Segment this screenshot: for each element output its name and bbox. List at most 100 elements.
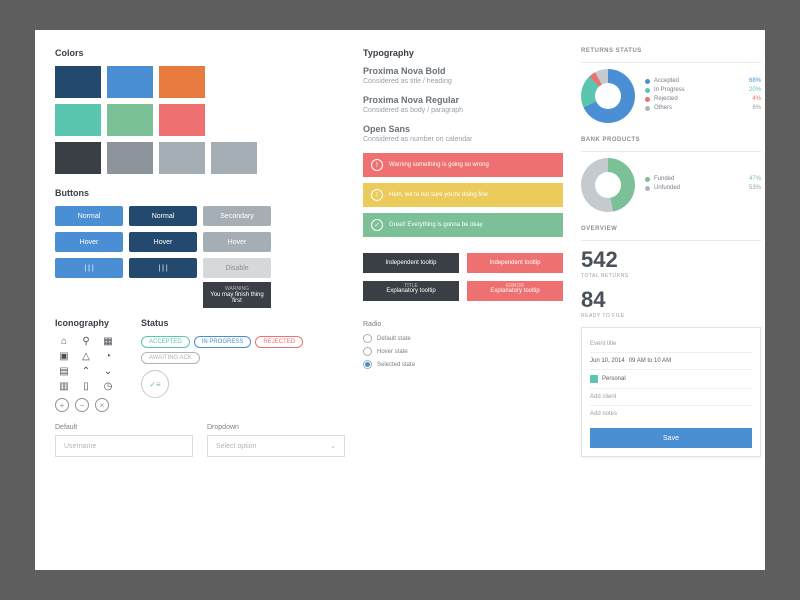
typography-title: Typography [363, 48, 563, 58]
username-input[interactable]: Username [55, 435, 193, 457]
status-title: Status [141, 318, 345, 328]
loading-button[interactable]: | | | [55, 258, 123, 278]
alert-icon: ! [371, 159, 383, 171]
disable-button: Disable [203, 258, 271, 278]
col-mid: Typography Proxima Nova Bold Considered a… [363, 48, 563, 552]
alert-icon: ! [371, 189, 383, 201]
ready-to-file-value: 84 [581, 287, 761, 313]
swatch-empty [211, 66, 257, 98]
font-name: Proxima Nova Bold [363, 66, 563, 76]
ready-to-file-label: READY TO FILE [581, 313, 761, 319]
tooltip-error: Independent tooltip [467, 253, 563, 273]
button-grid: Normal Normal Secondary Hover Hover Hove… [55, 206, 345, 278]
square-icon [590, 375, 598, 383]
close-icon[interactable]: × [95, 398, 109, 412]
returns-donut [581, 69, 635, 123]
returns-title: RETURNS STATUS [581, 48, 761, 54]
warning-alert: !Hem, we're not sure you're doing fine [363, 183, 563, 207]
col-left: Colors Buttons Normal Normal Secondary H… [55, 48, 345, 552]
normal-button[interactable]: Normal [55, 206, 123, 226]
accepted-badge: ACCEPTED [141, 336, 190, 348]
swatch [159, 104, 205, 136]
swatch [55, 66, 101, 98]
secondary-button[interactable]: Secondary [203, 206, 271, 226]
legend-dot [645, 97, 650, 102]
iconography-title: Iconography [55, 318, 117, 328]
swatch [55, 142, 101, 174]
rejected-badge: REJECTED [255, 336, 303, 348]
legend-dot [645, 186, 650, 191]
bank-title: BANK PRODUCTS [581, 137, 761, 143]
radio-icon [363, 347, 372, 356]
status-block: Status ACCEPTED IN PROGRESS REJECTED AWA… [141, 318, 345, 412]
swatch [159, 142, 205, 174]
trash-icon: ▯ [77, 381, 95, 392]
swatch [107, 104, 153, 136]
chevron-down-icon: ⌄ [330, 442, 336, 450]
remove-icon[interactable]: − [75, 398, 89, 412]
color-swatches [55, 66, 345, 174]
event-popup: Event title Jun 10, 201409 AM to 10 AM P… [581, 327, 761, 457]
font-desc: Considered as title / heading [363, 78, 563, 85]
radio-selected[interactable]: Selected state [363, 360, 563, 369]
add-notes-row[interactable]: Add notes [590, 406, 752, 422]
tooltip-dark: Independent tooltip [363, 253, 459, 273]
event-title-input[interactable]: Event title [590, 336, 752, 353]
swatch [211, 142, 257, 174]
awaiting-badge: AWAITING ACK [141, 352, 200, 364]
home-icon: ⌂ [55, 336, 73, 347]
hover-button-sec[interactable]: Hover [203, 232, 271, 252]
grid-icon: ▦ [99, 336, 117, 347]
col-right: RETURNS STATUS Accepted68% In Progress20… [581, 48, 761, 552]
radio-title: Radio [363, 321, 563, 328]
loading-button-alt[interactable]: | | | [129, 258, 197, 278]
buttons-title: Buttons [55, 188, 345, 198]
swatch [159, 66, 205, 98]
radio-icon [363, 334, 372, 343]
swatch-empty [211, 104, 257, 136]
bell-icon: ◔ [99, 351, 117, 362]
tooltip-titled-error: ERRORExplanatory tooltip [467, 281, 563, 301]
swatch [107, 66, 153, 98]
hover-button-alt[interactable]: Hover [129, 232, 197, 252]
select-input[interactable]: Select option⌄ [207, 435, 345, 457]
success-alert: ✓Great! Everything is gonna be okay [363, 213, 563, 237]
font-name: Open Sans [363, 124, 563, 134]
swatch [107, 142, 153, 174]
legend-dot [645, 106, 650, 111]
event-date-row[interactable]: Jun 10, 201409 AM to 10 AM [590, 353, 752, 370]
legend-dot [645, 88, 650, 93]
font-desc: Considered as body / paragraph [363, 107, 563, 114]
dropdown-label: Dropdown [207, 424, 345, 431]
font-name: Proxima Nova Regular [363, 95, 563, 105]
hover-button[interactable]: Hover [55, 232, 123, 252]
bank-donut [581, 158, 635, 212]
total-returns-value: 542 [581, 247, 761, 273]
lock-icon: ▣ [55, 351, 73, 362]
legend-dot [645, 177, 650, 182]
radio-default[interactable]: Default state [363, 334, 563, 343]
clock-icon: ◷ [99, 381, 117, 392]
normal-button-alt[interactable]: Normal [129, 206, 197, 226]
checklist-icon: ✓≡ [141, 370, 169, 398]
add-client-row[interactable]: Add client [590, 389, 752, 406]
default-label: Default [55, 424, 193, 431]
overview-title: OVERVIEW [581, 226, 761, 232]
swatch [55, 104, 101, 136]
add-icon[interactable]: + [55, 398, 69, 412]
warning-tooltip: WARNING You may finish thing first [203, 282, 271, 308]
radio-icon [363, 360, 372, 369]
colors-title: Colors [55, 48, 345, 58]
user-icon: △ [77, 351, 95, 362]
error-alert: !Warning something is going so wrong [363, 153, 563, 177]
list-icon: ▤ [55, 366, 73, 377]
iconography-block: Iconography ⌂ ⚲ ▦ ▣ △ ◔ ▤ ⌃ ⌄ ▥ ▯ ◷ + [55, 318, 117, 412]
save-button[interactable]: Save [590, 428, 752, 448]
chevron-down-icon: ⌄ [99, 366, 117, 377]
search-icon: ⚲ [77, 336, 95, 347]
radio-hover[interactable]: Hover state [363, 347, 563, 356]
font-desc: Considered as number on calendar [363, 136, 563, 143]
in-progress-badge: IN PROGRESS [194, 336, 252, 348]
check-icon: ✓ [371, 219, 383, 231]
category-chip[interactable]: Personal [590, 370, 752, 389]
